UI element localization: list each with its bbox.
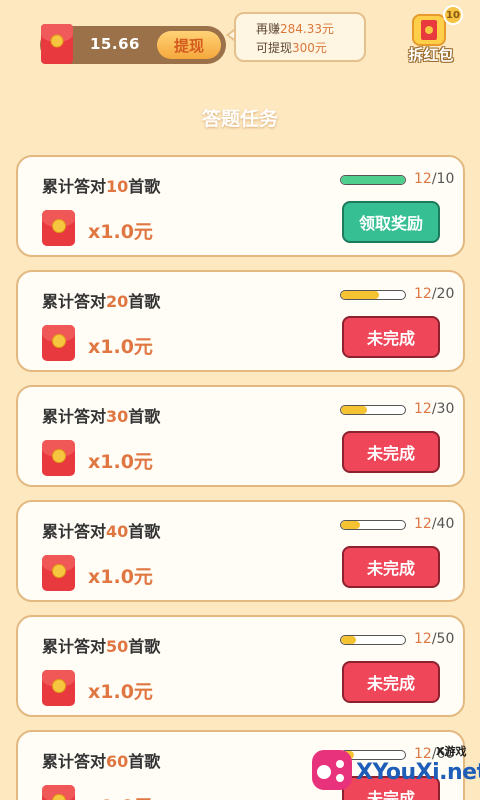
task-progress-bar xyxy=(340,175,406,185)
red-envelope-icon xyxy=(42,210,75,246)
task-progress-bar xyxy=(340,635,406,645)
wallet-balance: 15.66 xyxy=(90,35,140,53)
task-progress-fill xyxy=(341,291,380,299)
task-reward: x1.0元 xyxy=(88,792,153,800)
task-title: 累计答对20首歌 xyxy=(42,292,161,311)
task-reward: x1.0元 xyxy=(88,336,153,358)
task-progress-fill xyxy=(341,176,405,184)
claim-reward-button[interactable]: 领取奖励 xyxy=(342,201,440,243)
incomplete-button[interactable]: 未完成 xyxy=(342,661,440,703)
task-title: 累计答对10首歌 xyxy=(42,177,161,196)
task-progress-fill xyxy=(341,636,357,644)
red-envelope-icon xyxy=(42,785,75,800)
task-card: 累计答对20首歌 x1.0元 12/20 未完成 xyxy=(16,270,465,372)
task-card: 累计答对10首歌 x1.0元 12/10 领取奖励 xyxy=(16,155,465,257)
task-progress-bar xyxy=(340,290,406,300)
coin-icon xyxy=(50,34,64,48)
wallet-envelope-icon xyxy=(41,24,73,64)
task-reward: x1.0元 xyxy=(88,566,153,588)
task-progress-text: 12/10 xyxy=(414,171,455,187)
red-envelope-icon xyxy=(42,325,75,361)
task-progress-fill xyxy=(341,406,367,414)
task-progress-text: 12/20 xyxy=(414,286,455,302)
task-progress-text: 12/50 xyxy=(414,631,455,647)
task-card: 累计答对40首歌 x1.0元 12/40 未完成 xyxy=(16,500,465,602)
task-progress-fill xyxy=(341,521,361,529)
red-envelope-icon xyxy=(42,670,75,706)
coin-icon xyxy=(51,564,66,579)
task-title: 累计答对30首歌 xyxy=(42,407,161,426)
red-envelope-icon xyxy=(42,555,75,591)
incomplete-button[interactable]: 未完成 xyxy=(342,546,440,588)
watermark-text-top: X游戏 xyxy=(436,745,467,758)
red-packet-count-badge: 10 xyxy=(443,5,463,25)
task-progress-text: 12/30 xyxy=(414,401,455,417)
task-card: 累计答对50首歌 x1.0元 12/50 未完成 xyxy=(16,615,465,717)
task-card: 累计答对30首歌 x1.0元 12/30 未完成 xyxy=(16,385,465,487)
red-envelope-icon xyxy=(42,440,75,476)
incomplete-button[interactable]: 未完成 xyxy=(342,431,440,473)
section-title: 答题任务 xyxy=(201,108,278,130)
coin-icon xyxy=(51,334,66,349)
task-progress-bar xyxy=(340,405,406,415)
task-reward: x1.0元 xyxy=(88,221,153,243)
earn-more-tooltip: 再赚284.33元 可提现300元 xyxy=(234,12,366,62)
task-title: 累计答对60首歌 xyxy=(42,752,161,771)
coin-icon xyxy=(51,679,66,694)
task-progress-bar xyxy=(340,520,406,530)
open-red-packet-label[interactable]: 拆红包 xyxy=(404,44,458,65)
task-reward: x1.0元 xyxy=(88,681,153,703)
incomplete-button[interactable]: 未完成 xyxy=(342,316,440,358)
withdraw-button[interactable]: 提现 xyxy=(157,31,221,59)
red-packet-icon[interactable] xyxy=(412,14,446,46)
watermark-text: XYouXi.net xyxy=(356,760,480,785)
task-title: 累计答对40首歌 xyxy=(42,522,161,541)
coin-icon xyxy=(51,219,66,234)
coin-icon xyxy=(51,449,66,464)
task-title: 累计答对50首歌 xyxy=(42,637,161,656)
watermark-logo-icon xyxy=(312,750,352,790)
task-reward: x1.0元 xyxy=(88,451,153,473)
task-progress-text: 12/40 xyxy=(414,516,455,532)
